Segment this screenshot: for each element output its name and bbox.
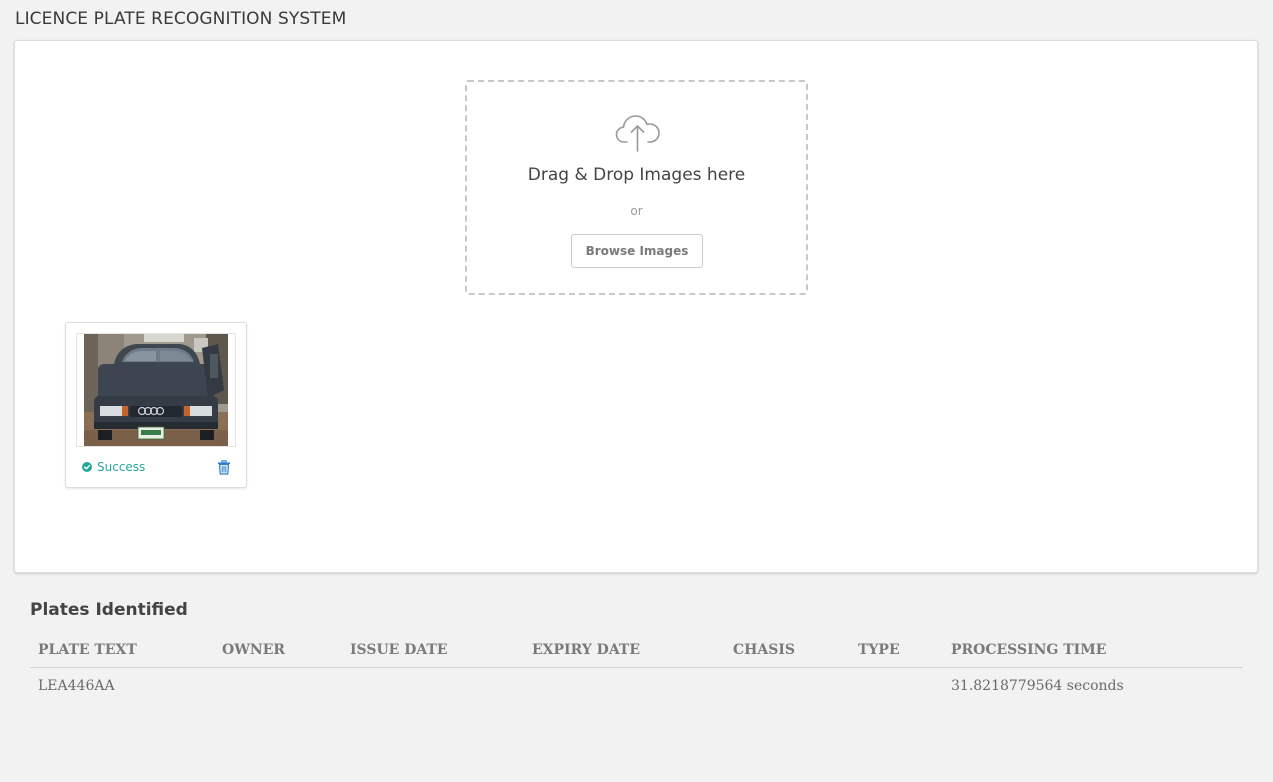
column-header-processing-time: PROCESSING TIME	[943, 637, 1243, 668]
column-header-chasis: CHASIS	[725, 637, 850, 668]
cell-plate-text: LEA446AA	[38, 678, 115, 694]
upload-panel: Drag & Drop Images here or Browse Images	[14, 40, 1258, 573]
plates-table: PLATE TEXT OWNER ISSUE DATE EXPIRY DATE …	[30, 637, 1243, 704]
column-header-issue-date: ISSUE DATE	[342, 637, 524, 668]
cell-type	[850, 668, 943, 705]
status-text: Success	[97, 460, 146, 474]
browse-images-button[interactable]: Browse Images	[571, 234, 703, 268]
cell-processing-time: 31.8218779564 seconds	[951, 678, 1124, 694]
column-header-owner: OWNER	[214, 637, 342, 668]
cell-owner	[214, 668, 342, 705]
uploaded-file-card: Success	[65, 322, 247, 488]
page-title: LICENCE PLATE RECOGNITION SYSTEM	[15, 9, 347, 29]
cloud-upload-icon	[615, 115, 660, 152]
car-image	[84, 334, 228, 446]
column-header-type: TYPE	[850, 637, 943, 668]
table-row: LEA446AA 31.8218779564 seconds	[30, 668, 1243, 705]
results-title: Plates Identified	[30, 600, 188, 620]
dropzone-title: Drag & Drop Images here	[527, 165, 746, 185]
cell-chasis	[725, 668, 850, 705]
cell-issue-date	[342, 668, 524, 705]
trash-icon[interactable]	[217, 460, 231, 475]
upload-status: Success	[82, 460, 145, 474]
column-header-plate-text: PLATE TEXT	[30, 637, 214, 668]
column-header-expiry-date: EXPIRY DATE	[524, 637, 725, 668]
file-thumbnail	[76, 333, 236, 447]
cell-expiry-date	[524, 668, 725, 705]
results-section: Plates Identified PLATE TEXT OWNER ISSUE…	[30, 600, 1243, 694]
dropzone-or-text: or	[630, 204, 643, 218]
image-dropzone[interactable]: Drag & Drop Images here or Browse Images	[465, 80, 808, 295]
check-circle-icon	[82, 462, 92, 472]
table-header-row: PLATE TEXT OWNER ISSUE DATE EXPIRY DATE …	[30, 637, 1243, 668]
